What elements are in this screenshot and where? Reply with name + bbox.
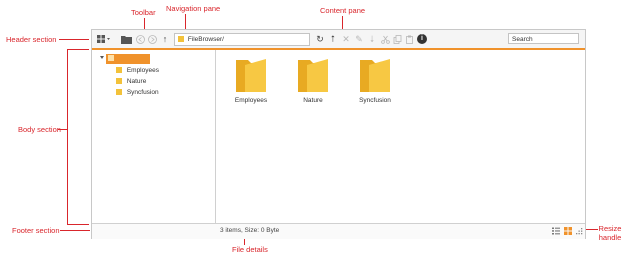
- content-pane: Employees Nature Syncfusion: [216, 50, 585, 223]
- folder-icon: [120, 35, 132, 44]
- search-placeholder: Search: [512, 36, 533, 43]
- tree-node-label: Nature: [126, 78, 147, 85]
- rename-button[interactable]: ✎: [353, 33, 365, 45]
- folder-item-syncfusion[interactable]: Syncfusion: [355, 56, 395, 104]
- callout-resize-handle: Resize handle: [598, 224, 622, 242]
- copy-icon: [393, 34, 401, 44]
- navigation-pane: FileBrowser Employees Nature Syncfusion: [92, 50, 216, 223]
- leader-resize: [584, 229, 598, 230]
- folder-icon: [236, 59, 266, 92]
- folder-icon: [108, 55, 114, 62]
- tree-node-label: Employees: [126, 67, 159, 74]
- download-icon: ⭣: [369, 33, 375, 44]
- folder-label: Employees: [234, 97, 268, 104]
- file-manager: ↑ FileBrowser/ ↻ ⭡ ✕ ✎ ⭣ i Search FileBr…: [91, 29, 586, 239]
- tree-node-filebrowser[interactable]: FileBrowser: [106, 54, 150, 72]
- info-glyph: i: [421, 35, 423, 42]
- footer: 3 items, Size: 0 Byte: [92, 223, 585, 239]
- refresh-icon: ↻: [316, 33, 324, 44]
- folder-item-nature[interactable]: Nature: [293, 56, 333, 104]
- body-bracket-top: [67, 49, 89, 50]
- upload-icon: ⭡: [330, 33, 336, 44]
- callout-body-section: Body section: [18, 125, 61, 134]
- cut-icon: [380, 35, 390, 44]
- body-bracket-vertical: [67, 49, 68, 224]
- tree-node-employees[interactable]: Employees: [116, 66, 159, 76]
- folder-icon: [116, 78, 122, 85]
- callout-file-details: File details: [232, 245, 268, 254]
- folder-label: Nature: [303, 97, 323, 104]
- address-bar[interactable]: FileBrowser/: [174, 33, 310, 46]
- leader-body: [58, 129, 67, 130]
- folder-icon: [298, 59, 328, 92]
- address-path: FileBrowser/: [187, 36, 224, 43]
- grid-icon: [97, 34, 110, 43]
- back-button[interactable]: [134, 33, 146, 45]
- folder-icon: [178, 36, 184, 43]
- forward-arrow-icon: [147, 34, 157, 44]
- forward-button[interactable]: [146, 33, 158, 45]
- folder-icon: [116, 89, 122, 96]
- file-details: 3 items, Size: 0 Byte: [220, 227, 280, 234]
- rename-icon: ✎: [355, 33, 363, 44]
- tree-node-syncfusion[interactable]: Syncfusion: [116, 88, 159, 98]
- callout-toolbar: Toolbar: [131, 8, 156, 17]
- layout-switch-button[interactable]: [96, 33, 112, 45]
- info-icon: i: [417, 34, 427, 44]
- callout-footer-section: Footer section: [12, 226, 60, 235]
- body-bracket-bottom: [67, 224, 89, 225]
- copy-button[interactable]: [391, 33, 403, 45]
- delete-icon: ✕: [342, 33, 350, 44]
- cut-button[interactable]: [379, 33, 391, 45]
- grid-view-icon: [564, 227, 572, 235]
- new-folder-button[interactable]: [120, 33, 132, 45]
- paste-icon: [405, 35, 413, 44]
- tree-node-nature[interactable]: Nature: [116, 77, 146, 87]
- tree-node-label: Syncfusion: [126, 89, 159, 96]
- resize-handle[interactable]: [575, 228, 583, 236]
- up-button[interactable]: ↑: [159, 33, 171, 45]
- tile-view-button[interactable]: [564, 227, 572, 235]
- tree-collapse-icon[interactable]: [100, 56, 104, 59]
- resize-grip-icon: [576, 228, 583, 235]
- folder-label: Syncfusion: [359, 97, 391, 104]
- callout-resize-handle-text: Resize handle: [598, 224, 622, 242]
- leader-footer: [60, 230, 90, 231]
- folder-icon: [360, 59, 390, 92]
- folder-icon: [116, 67, 122, 74]
- callout-header-section: Header section: [6, 35, 57, 44]
- download-button[interactable]: ⭣: [366, 33, 378, 45]
- search-input[interactable]: Search: [508, 33, 579, 44]
- up-arrow-icon: ↑: [162, 34, 168, 44]
- paste-button[interactable]: [403, 33, 415, 45]
- delete-button[interactable]: ✕: [340, 33, 352, 45]
- folder-item-employees[interactable]: Employees: [231, 56, 271, 104]
- back-arrow-icon: [135, 34, 145, 44]
- details-view-button[interactable]: [552, 227, 560, 235]
- leader-header: [59, 39, 89, 40]
- refresh-button[interactable]: ↻: [314, 33, 326, 45]
- details-button[interactable]: i: [416, 33, 428, 45]
- list-view-icon: [552, 227, 560, 235]
- callout-navigation-pane: Navigation pane: [166, 4, 221, 13]
- upload-button[interactable]: ⭡: [327, 33, 339, 45]
- callout-content-pane: Content pane: [320, 6, 366, 15]
- toolbar: ↑ FileBrowser/ ↻ ⭡ ✕ ✎ ⭣ i Search: [92, 30, 585, 50]
